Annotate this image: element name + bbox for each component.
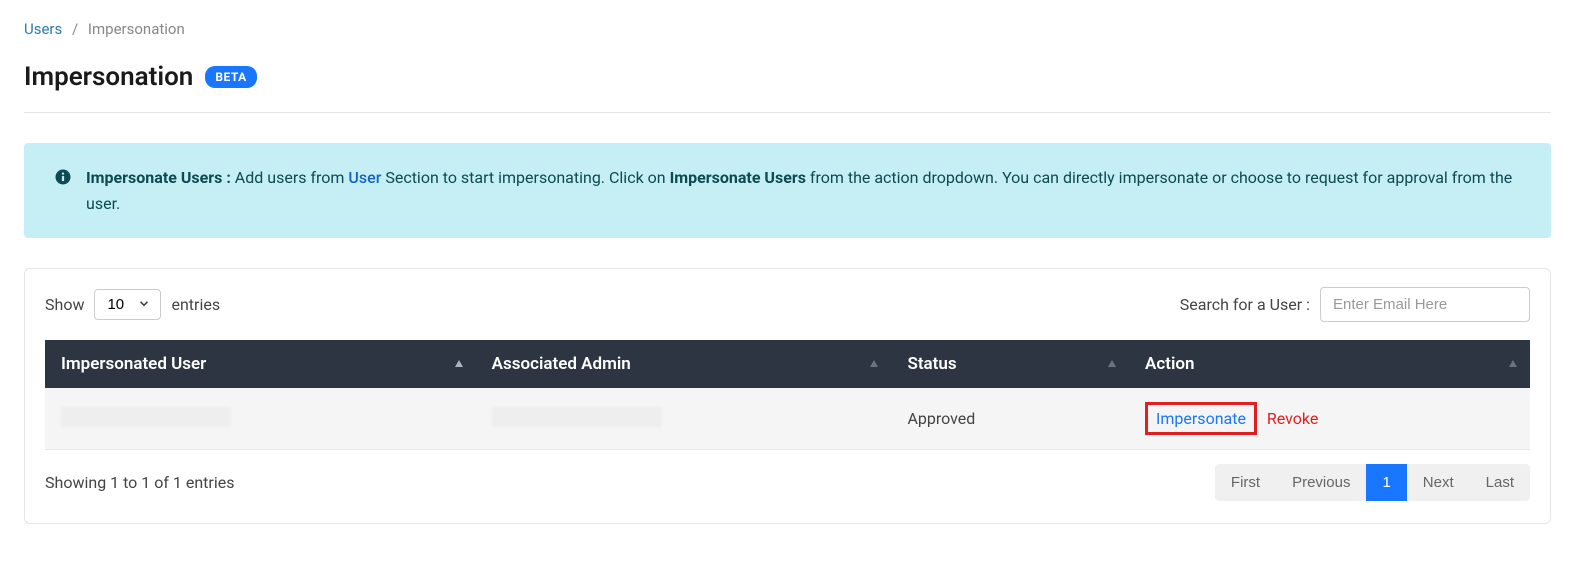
- page-1-button[interactable]: 1: [1366, 464, 1406, 501]
- info-user-link[interactable]: User: [348, 168, 381, 187]
- sort-icon: [1107, 354, 1117, 374]
- col-impersonated-user[interactable]: Impersonated User: [45, 340, 476, 388]
- table-card: Show 10 entries Search for a User :: [24, 268, 1551, 524]
- info-banner: Impersonate Users : Add users from User …: [24, 143, 1551, 238]
- search-input[interactable]: [1320, 287, 1530, 322]
- showing-info: Showing 1 to 1 of 1 entries: [45, 473, 234, 492]
- cell-action: Impersonate Revoke: [1129, 388, 1530, 450]
- sort-asc-icon: [454, 354, 464, 374]
- pagination: First Previous 1 Next Last: [1215, 464, 1530, 501]
- col-associated-admin[interactable]: Associated Admin: [476, 340, 892, 388]
- info-bold-mid: Impersonate Users: [670, 168, 806, 187]
- sort-icon: [869, 354, 879, 374]
- search-wrap: Search for a User :: [1180, 287, 1530, 322]
- show-label: Show: [45, 295, 84, 314]
- table-controls: Show 10 entries Search for a User :: [45, 287, 1530, 322]
- page-title: Impersonation: [24, 62, 193, 92]
- show-entries: Show 10 entries: [45, 289, 220, 320]
- redacted-admin: [492, 407, 662, 427]
- breadcrumb-separator: /: [72, 20, 78, 38]
- info-text-1: Add users from: [231, 168, 349, 187]
- page-first-button[interactable]: First: [1215, 464, 1276, 501]
- breadcrumb-users-link[interactable]: Users: [24, 20, 62, 38]
- page-next-button[interactable]: Next: [1407, 464, 1470, 501]
- entries-select[interactable]: 10: [94, 289, 161, 320]
- page-header: Impersonation BETA: [24, 62, 1551, 92]
- info-bold-lead: Impersonate Users :: [86, 168, 231, 187]
- entries-label: entries: [171, 295, 220, 314]
- info-text-2: Section to start impersonating. Click on: [381, 168, 669, 187]
- table-row: Approved Impersonate Revoke: [45, 388, 1530, 450]
- redacted-user: [61, 407, 231, 427]
- breadcrumb: Users / Impersonation: [24, 20, 1551, 38]
- impersonate-button[interactable]: Impersonate: [1145, 402, 1257, 435]
- beta-badge: BETA: [205, 66, 256, 88]
- cell-associated-admin: [476, 388, 892, 450]
- breadcrumb-current: Impersonation: [88, 20, 185, 38]
- data-table: Impersonated User Associated Admin Statu…: [45, 340, 1530, 450]
- sort-icon: [1508, 354, 1518, 374]
- cell-impersonated-user: [45, 388, 476, 450]
- page-last-button[interactable]: Last: [1470, 464, 1530, 501]
- table-header-row: Impersonated User Associated Admin Statu…: [45, 340, 1530, 388]
- cell-status: Approved: [891, 388, 1129, 450]
- info-icon: [54, 168, 72, 186]
- divider: [24, 112, 1551, 113]
- info-text: Impersonate Users : Add users from User …: [86, 165, 1521, 216]
- table-footer: Showing 1 to 1 of 1 entries First Previo…: [45, 464, 1530, 501]
- search-label: Search for a User :: [1180, 295, 1310, 314]
- page-previous-button[interactable]: Previous: [1276, 464, 1366, 501]
- col-action[interactable]: Action: [1129, 340, 1530, 388]
- col-status[interactable]: Status: [891, 340, 1129, 388]
- revoke-button[interactable]: Revoke: [1267, 409, 1318, 428]
